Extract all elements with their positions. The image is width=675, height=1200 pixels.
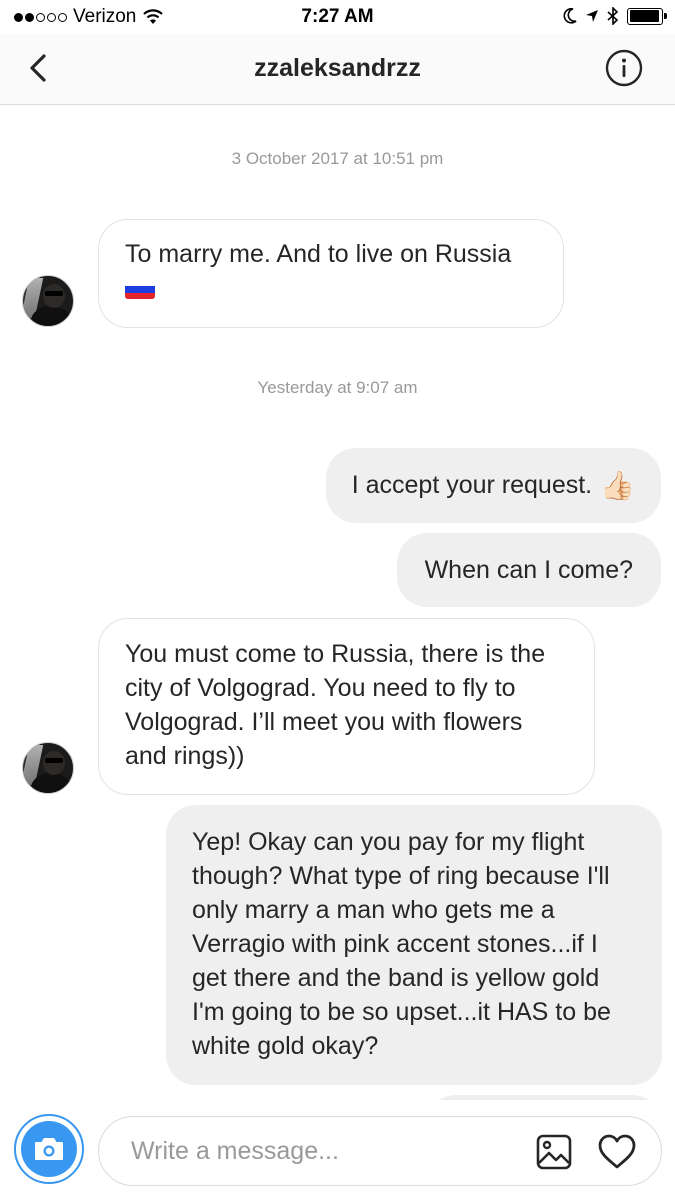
image-icon [536,1134,572,1170]
sender-avatar[interactable] [22,742,74,794]
message-text: When can I come? [424,556,633,584]
outgoing-message-bubble[interactable]: Yep! Okay can you pay for my flight thou… [166,805,662,1085]
outgoing-message-bubble[interactable]: I accept your request. 👍🏻 [325,448,661,523]
conversation-username[interactable]: zzaleksandrzz [0,54,675,83]
heart-icon [598,1134,636,1169]
message-text: Yep! Okay can you pay for my flight thou… [192,828,611,1060]
info-circle-icon [605,49,643,87]
message-composer [0,1100,675,1200]
thread-timestamp: 3 October 2017 at 10:51 pm [231,149,444,168]
incoming-message-bubble[interactable]: You must come to Russia, there is the ci… [98,618,595,795]
message-thread[interactable]: 3 October 2017 at 10:51 pm To marry me. … [0,105,675,1100]
camera-icon [35,1138,63,1160]
gallery-button[interactable] [535,1133,573,1171]
message-box [98,1116,662,1186]
like-button[interactable] [597,1133,637,1171]
message-input[interactable] [129,1117,513,1185]
message-text: To marry me. And to live on Russia [125,240,512,268]
incoming-message-bubble[interactable]: To marry me. And to live on Russia [98,219,564,328]
battery-level-fill [629,10,659,22]
info-button[interactable] [605,49,643,87]
status-right [563,7,667,25]
camera-button[interactable] [14,1114,84,1184]
status-bar: Verizon 7:27 AM [0,0,675,34]
conversation-header: zzaleksandrzz [0,34,675,105]
bluetooth-icon [607,7,619,25]
outgoing-message-bubble[interactable]: When can I come? [396,533,661,607]
thumbs-up-emoji: 👍🏻 [600,470,635,502]
sender-avatar[interactable] [22,275,74,327]
thread-timestamp: Yesterday at 9:07 am [257,378,418,397]
message-text: I accept your request. [351,471,593,499]
message-text: You must come to Russia, there is the ci… [125,640,546,770]
russia-flag-emoji [125,279,155,300]
do-not-disturb-moon-icon [563,8,577,24]
location-arrow-icon [586,10,598,22]
battery-icon [627,7,667,25]
